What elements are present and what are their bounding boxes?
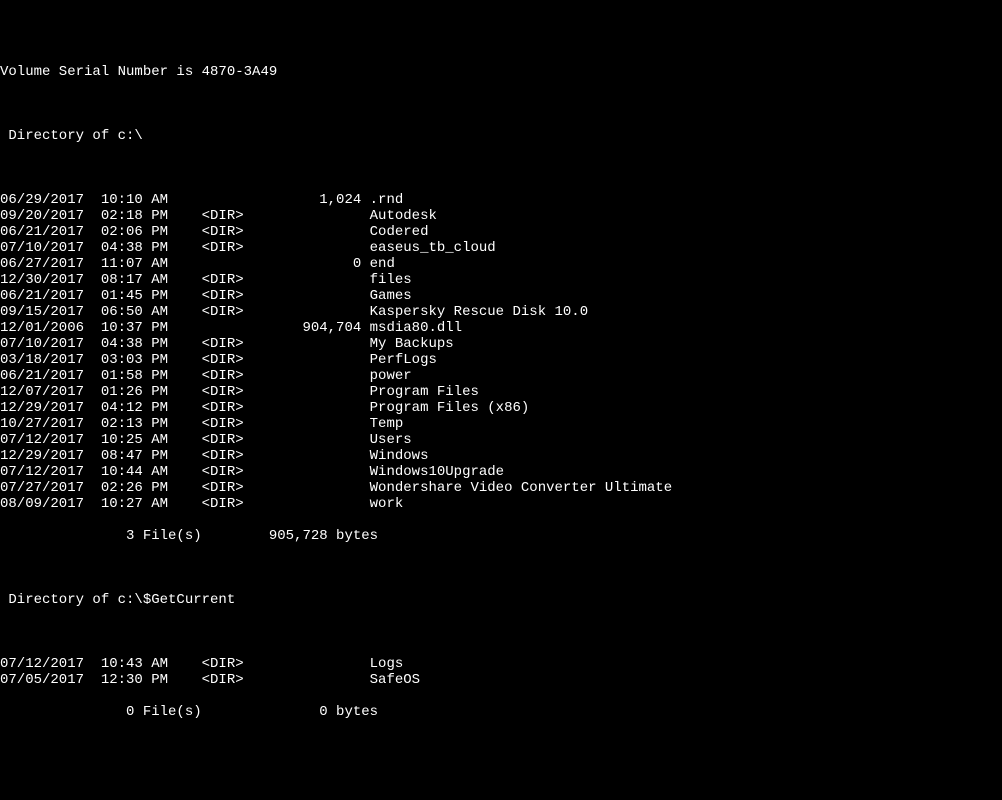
dir-entry: 07/10/2017 04:38 PM <DIR> My Backups <box>0 336 1002 352</box>
dir-entry: 06/21/2017 02:06 PM <DIR> Codered <box>0 224 1002 240</box>
dir-entry: 09/15/2017 06:50 AM <DIR> Kaspersky Resc… <box>0 304 1002 320</box>
dir-entry: 10/27/2017 02:13 PM <DIR> Temp <box>0 416 1002 432</box>
dir-entry: 07/10/2017 04:38 PM <DIR> easeus_tb_clou… <box>0 240 1002 256</box>
dir-entry: 12/29/2017 04:12 PM <DIR> Program Files … <box>0 400 1002 416</box>
blank-line <box>0 96 1002 112</box>
summary-line-2: 0 File(s) 0 bytes <box>0 704 1002 720</box>
dir-entry: 06/21/2017 01:45 PM <DIR> Games <box>0 288 1002 304</box>
blank-line <box>0 160 1002 176</box>
blank-line <box>0 560 1002 576</box>
dir-entry: 07/12/2017 10:44 AM <DIR> Windows10Upgra… <box>0 464 1002 480</box>
dir-entry: 12/30/2017 08:17 AM <DIR> files <box>0 272 1002 288</box>
dir-entry: 07/12/2017 10:43 AM <DIR> Logs <box>0 656 1002 672</box>
directory-header-1: Directory of c:\ <box>0 128 1002 144</box>
dir-entry: 08/09/2017 10:27 AM <DIR> work <box>0 496 1002 512</box>
dir-entry: 06/21/2017 01:58 PM <DIR> power <box>0 368 1002 384</box>
volume-serial-line: Volume Serial Number is 4870-3A49 <box>0 64 1002 80</box>
dir-entry: 06/29/2017 10:10 AM 1,024 .rnd <box>0 192 1002 208</box>
directory-header-2: Directory of c:\$GetCurrent <box>0 592 1002 608</box>
summary-line-1: 3 File(s) 905,728 bytes <box>0 528 1002 544</box>
dir-entry: 12/01/2006 10:37 PM 904,704 msdia80.dll <box>0 320 1002 336</box>
dir-entry: 07/12/2017 10:25 AM <DIR> Users <box>0 432 1002 448</box>
dir-entry: 09/20/2017 02:18 PM <DIR> Autodesk <box>0 208 1002 224</box>
dir-entry: 12/29/2017 08:47 PM <DIR> Windows <box>0 448 1002 464</box>
dir-entry: 06/27/2017 11:07 AM 0 end <box>0 256 1002 272</box>
dir-entry: 03/18/2017 03:03 PM <DIR> PerfLogs <box>0 352 1002 368</box>
blank-line <box>0 624 1002 640</box>
dir-entry: 07/27/2017 02:26 PM <DIR> Wondershare Vi… <box>0 480 1002 496</box>
dir-entry: 12/07/2017 01:26 PM <DIR> Program Files <box>0 384 1002 400</box>
dir-entry: 07/05/2017 12:30 PM <DIR> SafeOS <box>0 672 1002 688</box>
